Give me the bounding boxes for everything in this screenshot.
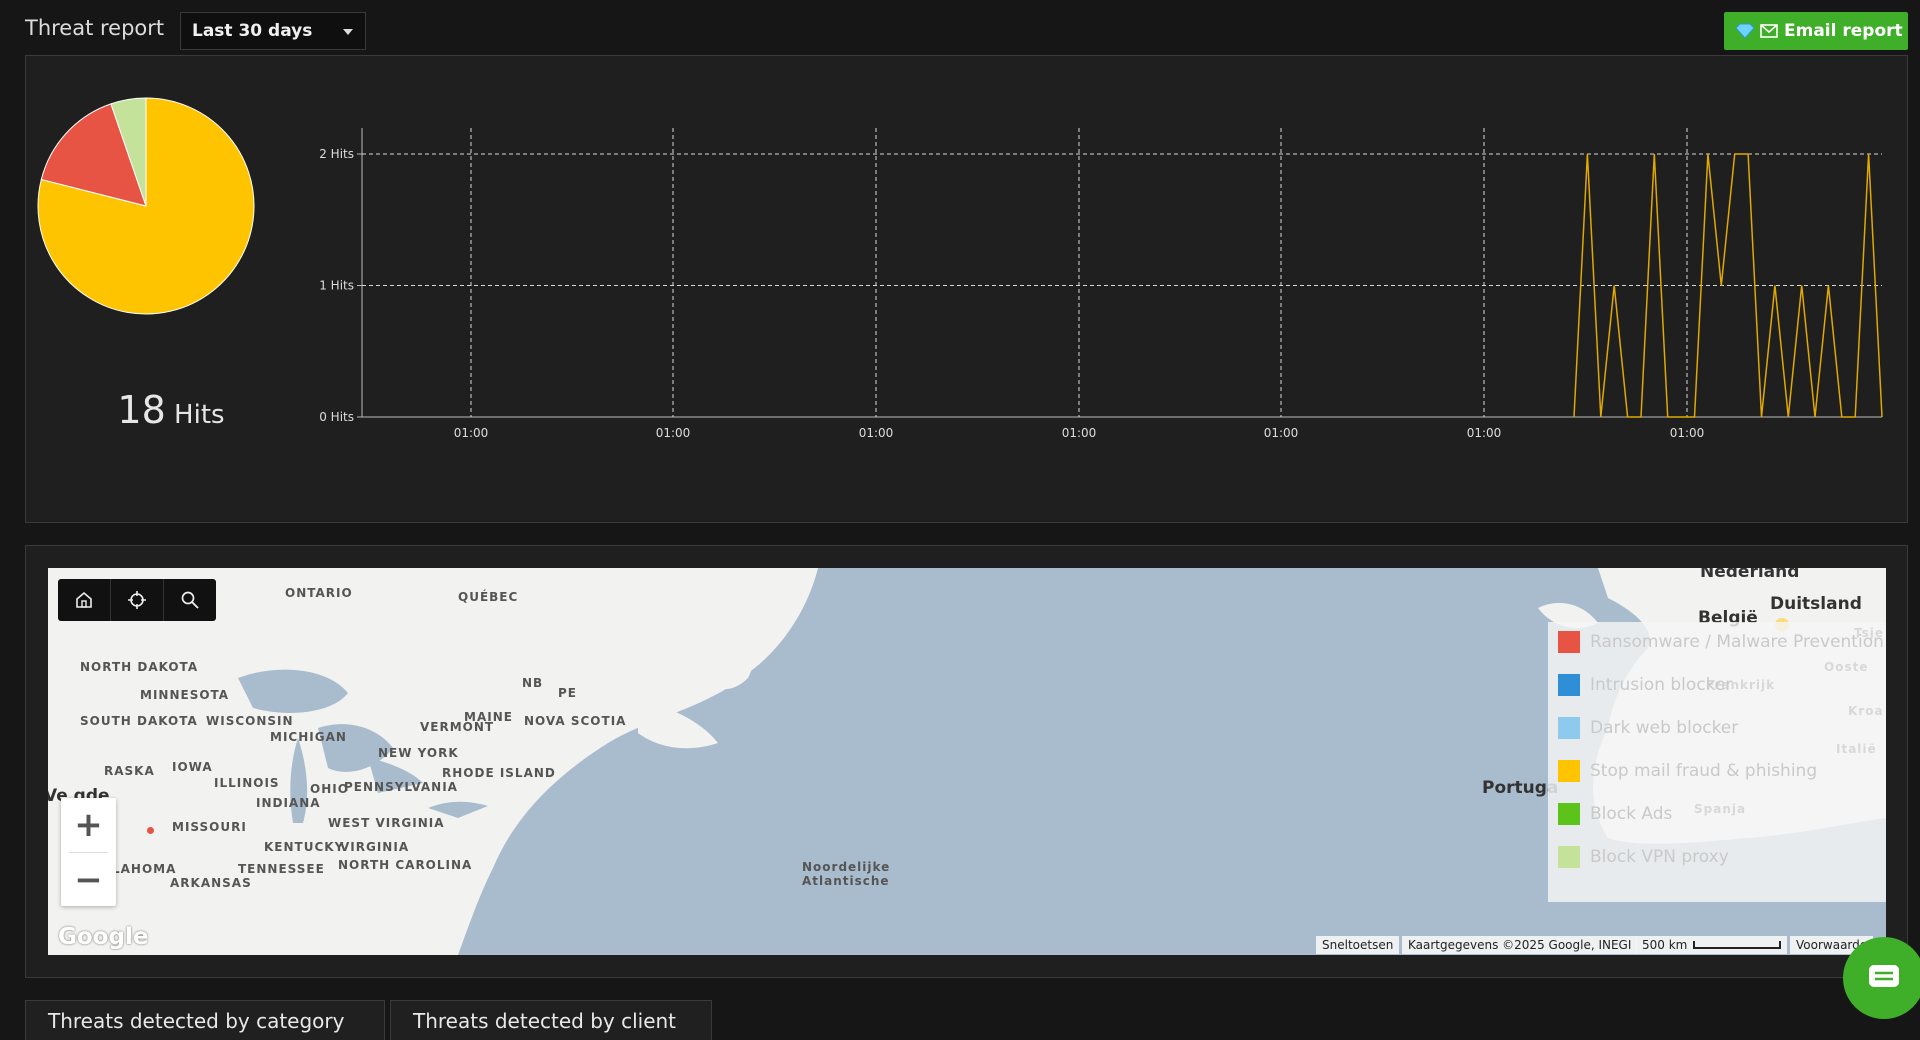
map-label: MAINE bbox=[464, 710, 513, 724]
category-pie-chart[interactable] bbox=[36, 96, 256, 316]
email-report-label: Email report bbox=[1784, 21, 1903, 41]
page-title: Threat report bbox=[25, 16, 165, 40]
search-icon bbox=[181, 591, 199, 609]
crosshair-icon bbox=[128, 591, 146, 609]
map-label: NEW YORK bbox=[378, 746, 459, 760]
date-range-value: Last 30 days bbox=[192, 21, 313, 41]
map-label: INDIANA bbox=[256, 796, 321, 810]
map-label: NORTH DAKOTA bbox=[80, 660, 199, 674]
x-tick-label: 01:00 bbox=[454, 426, 489, 440]
x-tick-label: 01:00 bbox=[1467, 426, 1502, 440]
legend-swatch bbox=[1558, 803, 1580, 825]
legend-swatch bbox=[1558, 674, 1580, 696]
y-tick-label: 1 Hits bbox=[319, 279, 354, 293]
home-icon bbox=[76, 591, 92, 608]
map-label: PENNSYLVANIA bbox=[344, 780, 458, 794]
legend-swatch bbox=[1558, 760, 1580, 782]
y-tick-label: 0 Hits bbox=[319, 410, 354, 424]
legend-swatch bbox=[1558, 717, 1580, 739]
envelope-icon bbox=[1760, 24, 1778, 38]
keyboard-shortcuts-link[interactable]: Sneltoetsen bbox=[1316, 936, 1400, 954]
map-label: NOVA SCOTIA bbox=[524, 714, 627, 728]
chat-icon bbox=[1869, 965, 1899, 987]
legend-label: Stop mail fraud & phishing bbox=[1590, 761, 1818, 781]
legend-label: Dark web blocker bbox=[1590, 718, 1739, 738]
legend-label: Block Ads bbox=[1590, 804, 1673, 824]
x-tick-label: 01:00 bbox=[859, 426, 894, 440]
zoom-out-button[interactable]: − bbox=[61, 853, 116, 907]
map-label: MICHIGAN bbox=[270, 730, 347, 744]
map-scale[interactable]: 500 km bbox=[1636, 936, 1788, 954]
email-report-button[interactable]: Email report bbox=[1724, 12, 1908, 50]
map-legend: Ransomware / Malware Prevention Intrusion… bbox=[1548, 622, 1886, 902]
locate-button[interactable] bbox=[111, 579, 164, 621]
map-label: LAHOMA bbox=[112, 862, 177, 876]
map-label: NORTH CAROLINA bbox=[338, 858, 473, 872]
legend-label: Block VPN proxy bbox=[1590, 847, 1729, 867]
legend-item[interactable]: Intrusion blocker bbox=[1558, 673, 1732, 697]
map-label: QUÉBEC bbox=[458, 590, 519, 604]
hits-unit: Hits bbox=[174, 400, 225, 430]
google-logo: Google bbox=[58, 924, 149, 950]
legend-label: Intrusion blocker bbox=[1590, 675, 1733, 695]
hits-number: 18 bbox=[117, 388, 166, 432]
y-tick-label: 2 Hits bbox=[319, 147, 354, 161]
map-label: WISCONSIN bbox=[206, 714, 294, 728]
map-label: KENTUCKY bbox=[264, 840, 345, 854]
tab-threats-by-category[interactable]: Threats detected by category bbox=[25, 1000, 385, 1040]
tab-threats-by-client[interactable]: Threats detected by client bbox=[390, 1000, 712, 1040]
map-label: PE bbox=[558, 686, 577, 700]
legend-item[interactable]: Block Ads bbox=[1558, 802, 1672, 826]
map-label: NB bbox=[522, 676, 544, 690]
map-label: Noordelijke Atlantische bbox=[802, 860, 891, 888]
map-label: MISSOURI bbox=[172, 820, 247, 834]
map-label: Nederland bbox=[1700, 568, 1800, 582]
legend-item[interactable]: Dark web blocker bbox=[1558, 716, 1738, 740]
map-label: ONTARIO bbox=[285, 586, 353, 600]
scale-bar bbox=[1693, 941, 1782, 949]
legend-item[interactable]: Stop mail fraud & phishing bbox=[1558, 759, 1817, 783]
legend-swatch bbox=[1558, 631, 1580, 653]
map-label: ILLINOIS bbox=[214, 776, 280, 790]
legend-swatch bbox=[1558, 846, 1580, 868]
zoom-control: + − bbox=[61, 798, 116, 906]
map-label: SOUTH DAKOTA bbox=[80, 714, 198, 728]
map-label: ARKANSAS bbox=[170, 876, 252, 890]
legend-item[interactable]: Block VPN proxy bbox=[1558, 845, 1729, 869]
map-label: RASKA bbox=[104, 764, 155, 778]
map-toolbar bbox=[58, 579, 216, 621]
top-bar: Threat report Last 30 days Email report bbox=[0, 0, 1920, 56]
hits-line-chart[interactable]: 0 Hits 1 Hits 2 Hits 01:00 01:00 01:00 01:00 01… bbox=[290, 60, 1890, 460]
map-label: RHODE ISLAND bbox=[442, 766, 556, 780]
home-button[interactable] bbox=[58, 579, 111, 621]
x-tick-label: 01:00 bbox=[1670, 426, 1705, 440]
x-tick-label: 01:00 bbox=[1264, 426, 1299, 440]
map-label: Duitsland bbox=[1770, 594, 1862, 614]
scale-label: 500 km bbox=[1642, 938, 1688, 952]
map-label: VIRGINIA bbox=[340, 840, 410, 854]
map-label: Portuga bbox=[1482, 778, 1559, 798]
chevron-down-icon bbox=[343, 29, 353, 35]
date-range-select[interactable]: Last 30 days bbox=[180, 12, 366, 50]
chat-button[interactable] bbox=[1843, 937, 1920, 1019]
x-tick-label: 01:00 bbox=[656, 426, 691, 440]
map-label: WEST VIRGINIA bbox=[328, 816, 445, 830]
total-hits: 18 Hits bbox=[96, 388, 246, 432]
threat-location-marker[interactable] bbox=[147, 827, 154, 834]
map-label: IOWA bbox=[172, 760, 213, 774]
diamond-icon bbox=[1736, 23, 1754, 39]
map-label: TENNESSEE bbox=[238, 862, 325, 876]
map-data-attribution[interactable]: Kaartgegevens ©2025 Google, INEGI bbox=[1402, 936, 1638, 954]
x-tick-label: 01:00 bbox=[1062, 426, 1097, 440]
legend-item[interactable]: Ransomware / Malware Prevention bbox=[1558, 630, 1884, 654]
zoom-in-button[interactable]: + bbox=[61, 798, 116, 852]
search-button[interactable] bbox=[164, 579, 216, 621]
map-label: MINNESOTA bbox=[140, 688, 230, 702]
legend-label: Ransomware / Malware Prevention bbox=[1590, 632, 1884, 652]
